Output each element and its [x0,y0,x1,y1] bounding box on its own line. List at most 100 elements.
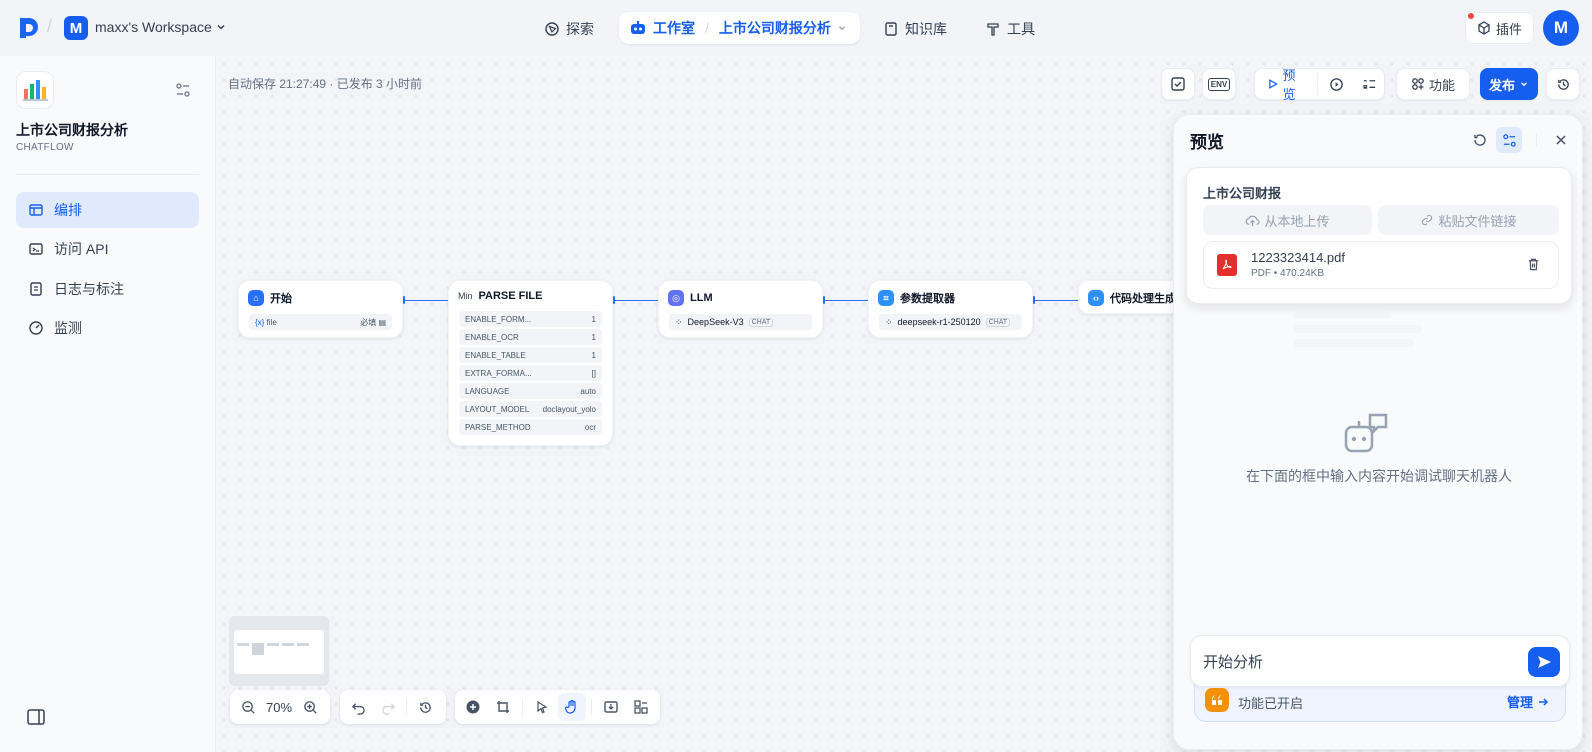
llm-icon: ◎ [668,290,684,306]
run-history-button[interactable] [1322,77,1351,92]
empty-state-hint: 在下面的框中输入内容开始调试聊天机器人 [1246,468,1512,484]
chatbot-empty-icon [1342,411,1390,455]
model-row: ⁘ DeepSeek-V3 CHAT [669,314,812,330]
app-sidebar: 上市公司财报分析 CHATFLOW 编排 访问 API 日志与标注 监测 [0,56,216,752]
param-row: LAYOUT_MODEL doclayout_yolo [459,401,602,417]
param-row: EXTRA_FORMA...[] [459,365,602,381]
arrow-right-icon [1539,697,1549,706]
node-handle[interactable] [403,296,405,304]
workspace-switcher[interactable]: maxx's Workspace [95,19,227,35]
history-icon[interactable] [411,693,439,721]
checklist-button[interactable] [1161,68,1195,100]
breadcrumb-divider: / [47,16,53,36]
node-parse-file[interactable]: Min PARSE FILE ENABLE_FORM... 1 ENABLE_OC… [448,280,613,446]
checklist-toggle[interactable] [1355,77,1384,92]
current-app-name[interactable]: 上市公司财报分析 [719,18,831,38]
param-row: ENABLE_OCR 1 [459,329,602,345]
divider [1536,133,1537,147]
node-handle[interactable] [613,296,615,304]
param-row: ENABLE_FORM... 1 [459,311,602,327]
node-title: 代码处理生成 [1110,293,1176,305]
collapse-sidebar-icon[interactable] [27,709,45,725]
preview-button[interactable]: 预览 [1255,68,1319,102]
chevron-down-icon [838,26,845,31]
chevron-down-icon [1521,82,1527,87]
manage-features-link[interactable]: 管理 [1507,692,1549,711]
trash-icon[interactable] [1526,257,1541,272]
plugin-label: 插件 [1495,21,1522,37]
app-logo[interactable] [18,16,40,40]
upload-local-button[interactable]: 从本地上传 [1203,205,1372,235]
node-icon-text: Min [458,291,473,301]
minimap[interactable] [229,616,329,686]
app-icon [16,71,54,109]
version-history-button[interactable] [1546,68,1580,100]
organize-icon[interactable] [627,693,655,721]
file-name: 1223323414.pdf [1251,250,1345,265]
breadcrumb-divider: / [705,20,709,36]
paste-link-button[interactable]: 粘贴文件链接 [1378,205,1559,235]
uploaded-file-item: 1223323414.pdf PDF • 470.24KB [1203,241,1559,289]
node-handle[interactable] [823,296,825,304]
divider [591,699,592,715]
nav-tools[interactable]: 工具 [975,14,1045,44]
canvas-tools [455,690,660,724]
workspace-badge[interactable]: M [64,16,88,40]
divider [522,699,523,715]
pointer-icon[interactable] [528,693,556,721]
nav-knowledge-label: 知识库 [905,21,947,37]
sidebar-item-api[interactable]: 访问 API [16,231,199,267]
nav-knowledge[interactable]: 知识库 [873,14,957,44]
history-icon [1557,78,1569,90]
edge [824,300,870,301]
hand-icon[interactable] [558,693,586,721]
restart-icon[interactable] [1472,132,1488,148]
redo-icon[interactable] [374,693,402,721]
nav-studio[interactable]: 工作室 / 上市公司财报分析 [619,12,860,44]
node-llm[interactable]: ◎ LLM ⁘ DeepSeek-V3 CHAT [658,280,823,338]
close-icon[interactable] [1554,133,1568,147]
paste-link-label: 粘贴文件链接 [1438,213,1517,229]
zoom-out-icon[interactable] [234,693,262,721]
layout-icon [29,204,43,216]
settings-sliders-icon[interactable] [175,82,191,98]
check-list-icon [1171,77,1185,91]
zoom-in-icon[interactable] [296,693,324,721]
app-type: CHATFLOW [16,142,74,153]
nav-explore[interactable]: 探索 [534,14,604,44]
sidebar-item-logs[interactable]: 日志与标注 [16,271,199,307]
node-parameter-extractor[interactable]: ⌗ 参数提取器 ⁘ deepseek-r1-250120 CHAT [868,280,1033,338]
add-node-icon[interactable] [459,693,487,721]
node-title: PARSE FILE [478,290,543,302]
export-image-icon[interactable] [597,693,625,721]
plugin-button[interactable]: 插件 [1465,12,1534,44]
cloud-upload-icon [1246,215,1261,226]
user-avatar[interactable]: M [1543,10,1579,46]
add-note-icon[interactable] [489,693,517,721]
chat-input[interactable] [1203,650,1523,672]
edge [1034,300,1080,301]
model-tag: CHAT [748,317,774,327]
sidebar-item-monitor[interactable]: 监测 [16,310,199,346]
undo-icon[interactable] [344,693,372,721]
minimap-viewport [234,630,324,674]
chevron-down-icon [217,24,225,30]
send-icon [1538,656,1551,668]
clock-play-icon [1330,77,1344,91]
sidebar-item-orchestrate[interactable]: 编排 [16,192,199,228]
home-icon: ⌂ [248,290,264,306]
node-handle[interactable] [1033,296,1035,304]
book-icon [885,22,897,36]
node-title: LLM [690,292,713,304]
user-input-settings-icon[interactable] [1496,127,1522,153]
features-button[interactable]: 功能 [1396,68,1470,100]
variable-prefix: {x} [255,317,265,327]
publish-button[interactable]: 发布 [1480,68,1538,100]
node-start[interactable]: ⌂ 开始 {x} file 必填 ▤ [238,280,403,338]
features-enabled-label: 功能已开启 [1238,696,1304,711]
send-button[interactable] [1528,647,1560,677]
env-button[interactable]: ENV [1202,68,1236,100]
terminal-icon [29,243,43,255]
zoom-level[interactable]: 70% [264,700,294,715]
panel-title: 预览 [1190,133,1224,152]
